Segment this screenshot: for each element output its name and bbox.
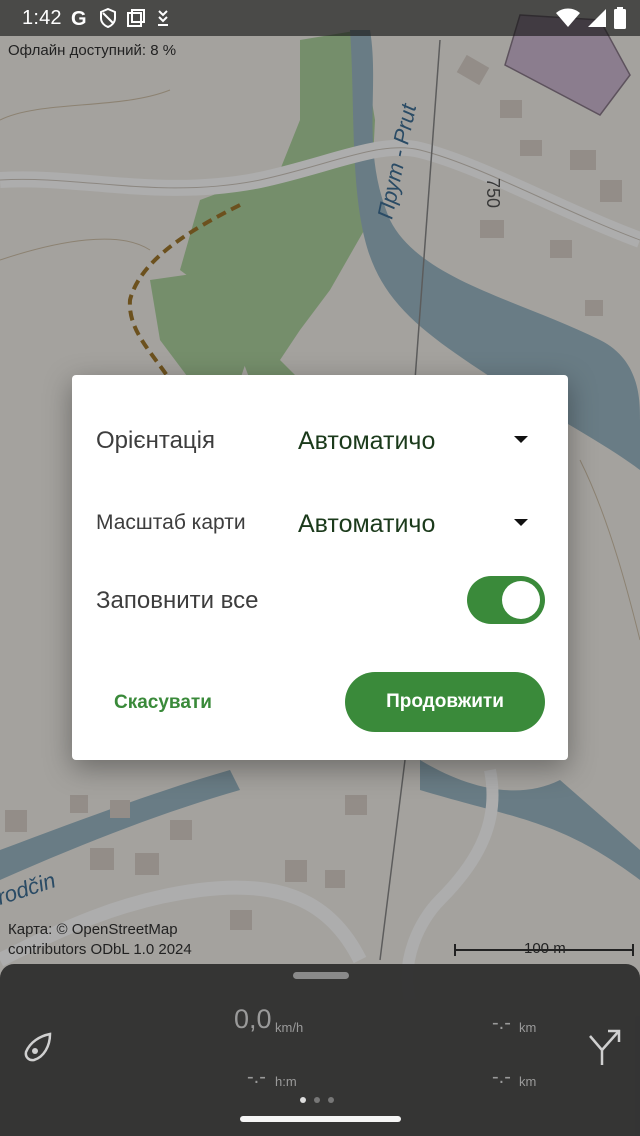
- fill-all-toggle[interactable]: [467, 576, 545, 624]
- route-split-icon[interactable]: [584, 1028, 624, 1066]
- orientation-value[interactable]: Автоматичо: [298, 427, 435, 456]
- download-icon: [157, 10, 168, 26]
- status-bar: 1:42 G: [0, 0, 640, 36]
- orientation-dropdown-icon[interactable]: [514, 436, 528, 443]
- map-settings-dialog: Орієнтація Автоматичо Масштаб карти Авто…: [72, 375, 568, 760]
- fill-all-label: Заповнити все: [96, 587, 259, 614]
- svg-text:G: G: [71, 8, 87, 28]
- page-dot: [300, 1097, 306, 1103]
- google-icon: G: [71, 8, 87, 28]
- page-dot: [328, 1097, 334, 1103]
- scale-label: 100 m: [524, 940, 566, 957]
- map-scale-bar: 100 m: [454, 936, 634, 960]
- time-unit: h:m: [275, 1074, 297, 1089]
- page-indicator: [300, 1097, 334, 1103]
- toggle-knob: [502, 581, 540, 619]
- map-scale-value[interactable]: Автоматичо: [298, 510, 435, 539]
- attribution-line-2: contributors ODbL 1.0 2024: [8, 941, 192, 958]
- distance-unit-1: km: [519, 1020, 537, 1035]
- battery-icon: [614, 7, 626, 29]
- continue-button[interactable]: Продовжити: [345, 672, 545, 732]
- navigation-info-panel[interactable]: 0,0 km/h -.- h:m -.- km -.- km: [0, 964, 640, 1136]
- speed-value: 0,0: [234, 1004, 272, 1034]
- offline-availability-label: Офлайн доступний: 8 %: [8, 42, 177, 59]
- map-scale-dropdown-icon[interactable]: [514, 519, 528, 526]
- status-time: 1:42: [22, 6, 62, 29]
- gesture-nav-handle[interactable]: [240, 1116, 401, 1122]
- screenshot-icon: [126, 9, 145, 27]
- time-value: -.-: [247, 1066, 266, 1088]
- page-dot: [314, 1097, 320, 1103]
- cancel-button[interactable]: Скасувати: [98, 678, 228, 728]
- compass-icon[interactable]: [22, 1030, 56, 1064]
- wifi-icon: [556, 8, 580, 27]
- signal-icon: [588, 9, 606, 27]
- attribution-line-1: Карта: © OpenStreetMap: [8, 921, 178, 938]
- panel-drag-handle[interactable]: [293, 972, 349, 979]
- distance-value-1: -.-: [492, 1012, 511, 1034]
- orientation-label: Орієнтація: [96, 427, 215, 454]
- speed-unit: km/h: [275, 1020, 304, 1035]
- distance-unit-2: km: [519, 1074, 537, 1089]
- map-scale-label: Масштаб карти: [96, 511, 246, 534]
- distance-value-2: -.-: [492, 1066, 511, 1088]
- map-attribution[interactable]: Карта: © OpenStreetMap contributors ODbL…: [8, 920, 192, 960]
- shield-icon: [99, 8, 116, 28]
